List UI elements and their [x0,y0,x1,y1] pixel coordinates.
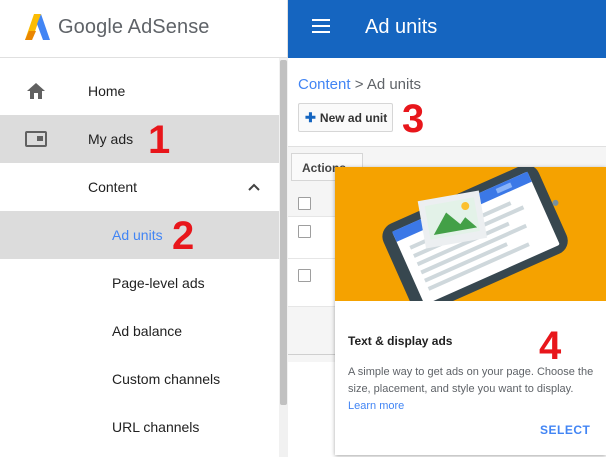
callout-number-3: 3 [402,97,425,141]
sidebar-item-ad-units[interactable]: Ad units [0,211,279,259]
sidebar-item-label: My ads [88,131,134,147]
text-display-ads-card[interactable]: Text & display ads A simple way to get a… [335,167,606,455]
page-title: Ad units [365,16,438,38]
sidebar-item-label: Ad units [112,227,163,243]
callout-number-2: 2 [172,214,195,258]
adsense-logo-icon [25,14,50,40]
card-hero-illustration [335,167,606,301]
home-icon [27,83,45,99]
hamburger-menu-icon[interactable] [312,19,330,33]
new-ad-unit-label: New ad unit [319,110,388,125]
table-row[interactable] [288,259,335,307]
sidebar-item-custom-channels[interactable]: Custom channels [0,355,279,403]
sidebar: Google AdSense Home My ads Content Ad un… [0,0,288,457]
table-row[interactable] [288,217,335,259]
table-row [288,307,335,355]
sidebar-item-content[interactable]: Content [0,163,279,211]
learn-more-link[interactable]: Learn more [348,400,404,412]
sidebar-scrollbar-thumb[interactable] [280,60,287,405]
new-ad-unit-button[interactable]: ✚ New ad unit [298,103,393,132]
row-checkbox[interactable] [298,269,311,282]
table-header-row [288,188,335,217]
select-all-checkbox[interactable] [298,197,311,210]
phone-illustration-icon [382,167,568,301]
sidebar-item-label: Custom channels [112,371,221,387]
card-description: A simple way to get ads on your page. Ch… [348,364,598,415]
select-button[interactable]: SELECT [540,423,590,437]
logo-text: Google AdSense [58,16,210,38]
breadcrumb-link-content[interactable]: Content [298,76,351,93]
sidebar-item-page-level-ads[interactable]: Page-level ads [0,259,279,307]
card-title: Text & display ads [348,334,453,348]
callout-number-1: 1 [148,118,171,162]
callout-number-4: 4 [539,324,562,368]
sidebar-item-home[interactable]: Home [0,67,279,115]
sidebar-item-my-ads[interactable]: My ads [0,115,279,163]
sidebar-item-label: URL channels [112,419,200,435]
top-app-bar: Ad units [288,0,606,58]
plus-icon: ✚ [305,109,316,125]
card-description-text: A simple way to get ads on your page. Ch… [348,366,594,395]
chevron-up-icon[interactable] [246,179,262,195]
sidebar-item-label: Content [88,179,138,195]
sidebar-item-label: Ad balance [112,323,183,339]
row-checkbox[interactable] [298,225,311,238]
breadcrumb: Content > Ad units [298,76,421,93]
breadcrumb-current: Ad units [366,76,422,93]
sidebar-item-ad-balance[interactable]: Ad balance [0,307,279,355]
ads-icon [25,131,47,147]
breadcrumb-separator: > [350,76,367,93]
logo-row: Google AdSense [0,0,288,58]
sidebar-item-url-channels[interactable]: URL channels [0,403,279,451]
sidebar-item-label: Page-level ads [112,275,205,291]
sidebar-item-label: Home [88,83,126,99]
